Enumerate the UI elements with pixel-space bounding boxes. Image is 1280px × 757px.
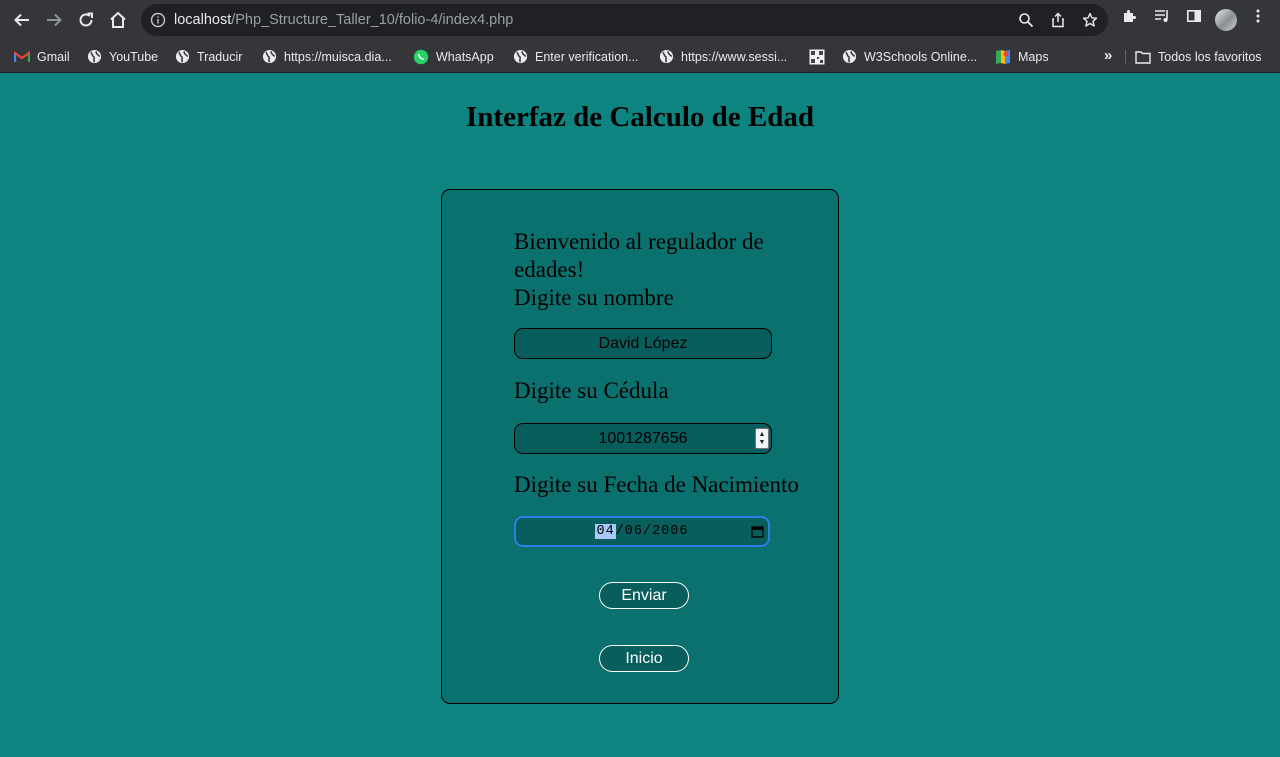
globe-icon [841, 49, 857, 65]
bookmark-label: Todos los favoritos [1158, 49, 1262, 64]
bookmarks-bar: Gmail YouTube Traducir https://muisca.di… [0, 40, 1280, 73]
home-icon [110, 11, 126, 28]
qr-icon [809, 49, 825, 65]
cedula-value: 1001287656 [598, 430, 688, 447]
globe-icon [174, 49, 190, 65]
back-button[interactable] [10, 8, 34, 32]
submit-button[interactable]: Enviar [599, 582, 689, 609]
page-title: Interfaz de Calculo de Edad [466, 101, 814, 133]
globe-icon [261, 49, 277, 65]
bookmark-muisca[interactable]: https://muisca.dia... [261, 48, 392, 65]
bookmark-maps[interactable]: Maps [995, 48, 1049, 65]
bookmark-label: Traducir [197, 49, 243, 64]
home-link-button[interactable]: Inicio [599, 645, 689, 672]
cedula-input[interactable]: 1001287656 ▲ ▼ [514, 423, 772, 454]
bookmark-whatsapp[interactable]: WhatsApp [413, 48, 494, 65]
home-button[interactable] [106, 8, 130, 32]
maps-icon [995, 49, 1011, 65]
bookmark-label: Maps [1018, 49, 1049, 64]
star-icon[interactable] [1082, 12, 1098, 28]
share-icon[interactable] [1050, 12, 1066, 28]
calendar-icon[interactable] [751, 525, 764, 538]
bookmark-label: W3Schools Online... [864, 49, 978, 64]
side-panel-icon[interactable] [1186, 8, 1202, 24]
url-host: localhost [174, 12, 232, 28]
info-icon[interactable] [150, 12, 166, 28]
bookmark-label: WhatsApp [436, 49, 494, 64]
profile-avatar[interactable] [1215, 9, 1237, 31]
whatsapp-icon [413, 49, 429, 65]
globe-icon [658, 49, 674, 65]
globe-icon [512, 49, 528, 65]
forward-button[interactable] [42, 8, 66, 32]
birth-date-input[interactable]: 04/06/2006 [514, 516, 770, 547]
kebab-menu-icon[interactable] [1250, 8, 1266, 24]
date-month-segment[interactable]: 04 [595, 524, 616, 539]
url-path: /Php_Structure_Taller_10/folio-4/index4.… [231, 12, 514, 28]
bookmark-sessi[interactable]: https://www.sessi... [658, 48, 787, 65]
address-bar[interactable]: localhost/Php_Structure_Taller_10/folio-… [141, 4, 1108, 36]
arrow-right-icon [47, 13, 62, 27]
birth-date-label: Digite su Fecha de Nacimiento [514, 472, 799, 497]
cedula-label: Digite su Cédula [514, 378, 669, 403]
bookmark-w3schools[interactable]: W3Schools Online... [841, 48, 977, 65]
bookmark-label: Enter verification... [535, 49, 639, 64]
gmail-icon [14, 49, 30, 65]
bookmark-label: YouTube [109, 49, 159, 64]
zoom-icon[interactable] [1018, 12, 1034, 28]
arrow-left-icon [14, 13, 29, 27]
media-control-icon[interactable] [1154, 8, 1170, 24]
name-input[interactable]: David López [514, 328, 772, 359]
bookmark-traducir[interactable]: Traducir [174, 48, 242, 65]
bookmarks-divider [1125, 50, 1126, 64]
bookmark-verification[interactable]: Enter verification... [512, 48, 639, 65]
reload-button[interactable] [74, 8, 98, 32]
bookmark-gmail[interactable]: Gmail [14, 48, 70, 65]
url-text[interactable]: localhost/Php_Structure_Taller_10/folio-… [174, 11, 513, 29]
more-bookmarks-button[interactable]: » [1104, 47, 1112, 64]
bookmark-label: https://muisca.dia... [284, 49, 392, 64]
reload-icon [79, 12, 93, 27]
folder-icon [1135, 49, 1151, 65]
all-bookmarks-button[interactable]: Todos los favoritos [1135, 48, 1262, 65]
stepper-down-icon[interactable]: ▼ [759, 439, 766, 447]
welcome-message: Bienvenido al regulador de edades! [514, 229, 764, 282]
browser-toolbar: localhost/Php_Structure_Taller_10/folio-… [0, 0, 1280, 40]
age-form-card: Bienvenido al regulador de edades! Digit… [441, 189, 839, 704]
stepper-up-icon[interactable]: ▲ [759, 431, 766, 439]
bookmark-qr[interactable] [809, 48, 825, 65]
bookmark-label: Gmail [37, 49, 70, 64]
extensions-icon[interactable] [1122, 8, 1138, 24]
name-label: Digite su nombre [514, 285, 674, 310]
number-stepper[interactable]: ▲ ▼ [755, 428, 769, 449]
globe-icon [86, 49, 102, 65]
bookmark-youtube[interactable]: YouTube [86, 48, 158, 65]
bookmark-label: https://www.sessi... [681, 49, 788, 64]
welcome-text: Bienvenido al regulador de edades! Digit… [514, 228, 814, 312]
date-rest-segment[interactable]: /06/2006 [616, 524, 689, 539]
